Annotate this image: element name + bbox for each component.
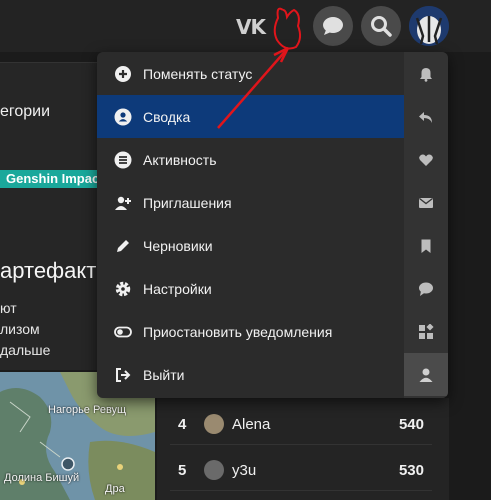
map-label: Дра — [105, 483, 125, 495]
article-title[interactable]: артефакты — [0, 258, 112, 284]
account-menu: Поменять статус Сводка Активность Пригла… — [97, 52, 448, 398]
menu-item-invitations[interactable]: Приглашения — [97, 181, 404, 224]
game-tag[interactable]: Genshin Impact — [0, 170, 109, 188]
menu-item-logout[interactable]: Выйти — [97, 353, 404, 396]
user-name: y3u — [232, 462, 257, 479]
divider — [170, 490, 432, 491]
menu-item-label: Приостановить уведомления — [143, 323, 333, 340]
menu-item-drafts[interactable]: Черновики — [97, 224, 404, 267]
pencil-icon — [114, 237, 132, 255]
chat-button[interactable] — [313, 6, 353, 46]
divider — [0, 62, 100, 63]
chat-icon — [323, 17, 343, 35]
plus-circle-icon — [114, 65, 132, 83]
heart-icon — [419, 154, 433, 166]
user-avatar — [204, 460, 224, 480]
rank: 5 — [178, 462, 187, 479]
bell-icon — [420, 67, 432, 82]
menu-item-label: Сводка — [143, 108, 191, 125]
search-button[interactable] — [361, 6, 401, 46]
widgets-icon — [419, 323, 434, 339]
side-tab-replies[interactable] — [404, 95, 448, 138]
map-label: Долина Бишуй — [4, 472, 80, 484]
add-user-icon — [114, 194, 132, 212]
menu-item-label: Черновики — [143, 237, 213, 254]
article-text-line: лизом — [0, 321, 40, 337]
menu-item-summary[interactable]: Сводка — [97, 95, 404, 138]
bookmark-icon — [421, 239, 431, 253]
list-icon — [114, 151, 132, 169]
side-tab-profile[interactable] — [404, 353, 448, 396]
side-tab-bookmarks[interactable] — [404, 224, 448, 267]
account-menu-list: Поменять статус Сводка Активность Пригла… — [97, 52, 404, 398]
menu-item-label: Поменять статус — [143, 65, 253, 82]
logout-icon — [114, 366, 132, 384]
mail-icon — [419, 197, 433, 208]
menu-item-activity[interactable]: Активность — [97, 138, 404, 181]
menu-item-label: Активность — [143, 151, 217, 168]
menu-item-label: Приглашения — [143, 194, 232, 211]
side-tab-notifications[interactable] — [404, 52, 448, 95]
toggle-icon — [114, 323, 132, 341]
divider — [170, 444, 432, 445]
article-text-line: ют — [0, 300, 17, 316]
score: 530 — [398, 462, 424, 479]
score: 540 — [398, 416, 424, 433]
user-avatar — [204, 414, 224, 434]
avatar-image — [409, 6, 449, 46]
user-name: Alena — [232, 416, 271, 433]
menu-item-label: Выйти — [143, 366, 185, 383]
user-icon — [419, 368, 433, 382]
menu-side-tabs — [404, 52, 448, 398]
search-icon — [371, 16, 392, 37]
top-bar: VK — [0, 0, 491, 52]
avatar[interactable] — [409, 6, 449, 46]
side-tab-likes[interactable] — [404, 138, 448, 181]
vk-icon[interactable]: VK — [236, 15, 266, 39]
side-tab-comments[interactable] — [404, 267, 448, 310]
menu-item-change-status[interactable]: Поменять статус — [97, 52, 404, 95]
comment-icon — [419, 282, 433, 296]
menu-item-pause-notifications[interactable]: Приостановить уведомления — [97, 310, 404, 353]
side-tab-widgets[interactable] — [404, 310, 448, 353]
side-tab-messages[interactable] — [404, 181, 448, 224]
categories-label[interactable]: егории — [0, 103, 50, 121]
gear-icon — [114, 280, 132, 298]
user-icon — [114, 108, 132, 126]
leaderboard-row[interactable]: 4 Alena 540 — [170, 405, 432, 445]
rank: 4 — [178, 416, 187, 433]
menu-item-label: Настройки — [143, 280, 212, 297]
menu-item-settings[interactable]: Настройки — [97, 267, 404, 310]
leaderboard-row[interactable]: 5 y3u 530 — [170, 451, 432, 491]
map-label: Нагорье Ревущ — [48, 404, 127, 416]
reply-icon — [419, 111, 432, 123]
article-text-line: дальше — [0, 342, 51, 358]
